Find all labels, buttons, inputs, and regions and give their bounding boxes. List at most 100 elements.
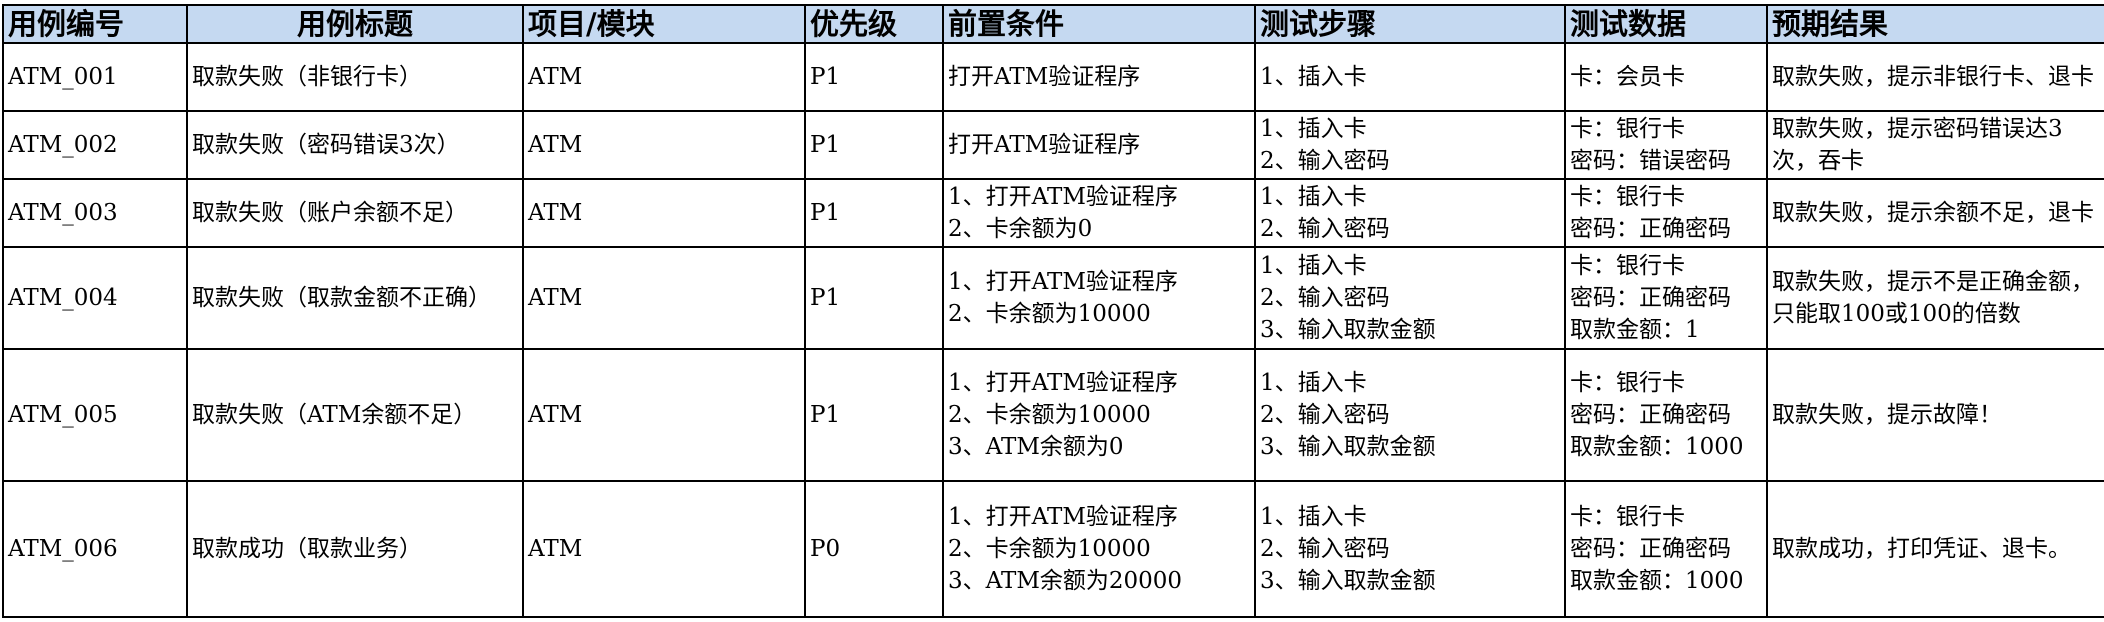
cell-expected[interactable]: 取款失败，提示非银行卡、退卡: [1766, 42, 2104, 112]
precondition-line: 2、卡余额为10000: [948, 402, 1151, 428]
data-line: 卡：银行卡: [1570, 370, 1685, 396]
cell-steps[interactable]: 1、插入卡 2、输入密码 3、输入取款金额: [1254, 246, 1566, 350]
data-line: 取款金额：1000: [1570, 568, 1744, 594]
cell-priority[interactable]: P1: [804, 110, 944, 180]
cell-title[interactable]: 取款失败（ATM余额不足）: [186, 348, 524, 482]
step-line: 3、输入取款金额: [1260, 434, 1436, 460]
precondition-line: 3、ATM余额为0: [948, 434, 1124, 460]
precondition-line: 1、打开ATM验证程序: [948, 370, 1178, 396]
data-line: 卡：银行卡: [1570, 184, 1685, 210]
cell-title[interactable]: 取款失败（账户余额不足）: [186, 178, 524, 248]
precondition-line: 1、打开ATM验证程序: [948, 269, 1178, 295]
cell-data[interactable]: 卡：银行卡 密码：正确密码: [1564, 178, 1768, 248]
cell-expected[interactable]: 取款失败，提示不是正确金额，只能取100或100的倍数: [1766, 246, 2104, 350]
data-line: 密码：正确密码: [1570, 285, 1731, 311]
cell-priority[interactable]: P1: [804, 246, 944, 350]
cell-title[interactable]: 取款失败（非银行卡）: [186, 42, 524, 112]
data-line: 取款金额：1000: [1570, 434, 1744, 460]
cell-module[interactable]: ATM: [522, 348, 806, 482]
data-line: 卡：银行卡: [1570, 116, 1685, 142]
cell-priority[interactable]: P1: [804, 348, 944, 482]
precondition-line: 1、打开ATM验证程序: [948, 504, 1178, 530]
step-line: 2、输入密码: [1260, 216, 1390, 242]
table-row: ATM_005 取款失败（ATM余额不足） ATM P1 1、打开ATM验证程序…: [2, 348, 2104, 482]
step-line: 1、插入卡: [1260, 64, 1367, 90]
header-priority[interactable]: 优先级: [804, 4, 944, 44]
cell-priority[interactable]: P0: [804, 480, 944, 618]
precondition-line: 1、打开ATM验证程序: [948, 184, 1178, 210]
cell-data[interactable]: 卡：银行卡 密码：正确密码 取款金额：1: [1564, 246, 1768, 350]
cell-steps[interactable]: 1、插入卡 2、输入密码: [1254, 178, 1566, 248]
step-line: 1、插入卡: [1260, 504, 1367, 530]
cell-module[interactable]: ATM: [522, 178, 806, 248]
cell-precondition[interactable]: 1、打开ATM验证程序 2、卡余额为10000 3、ATM余额为0: [942, 348, 1256, 482]
data-line: 卡：银行卡: [1570, 253, 1685, 279]
step-line: 2、输入密码: [1260, 148, 1390, 174]
cell-expected[interactable]: 取款失败，提示密码错误达3次，吞卡: [1766, 110, 2104, 180]
table-row: ATM_001 取款失败（非银行卡） ATM P1 打开ATM验证程序 1、插入…: [2, 42, 2104, 112]
header-id[interactable]: 用例编号: [2, 4, 188, 44]
cell-precondition[interactable]: 打开ATM验证程序: [942, 110, 1256, 180]
precondition-line: 3、ATM余额为20000: [948, 568, 1183, 594]
precondition-line: 2、卡余额为10000: [948, 301, 1151, 327]
cell-id[interactable]: ATM_002: [2, 110, 188, 180]
header-expected[interactable]: 预期结果: [1766, 4, 2104, 44]
cell-id[interactable]: ATM_004: [2, 246, 188, 350]
precondition-line: 打开ATM验证程序: [948, 64, 1141, 90]
cell-expected[interactable]: 取款失败，提示余额不足，退卡: [1766, 178, 2104, 248]
step-line: 1、插入卡: [1260, 370, 1367, 396]
precondition-line: 打开ATM验证程序: [948, 132, 1141, 158]
cell-precondition[interactable]: 1、打开ATM验证程序 2、卡余额为10000 3、ATM余额为20000: [942, 480, 1256, 618]
table-row: ATM_003 取款失败（账户余额不足） ATM P1 1、打开ATM验证程序 …: [2, 178, 2104, 248]
cell-id[interactable]: ATM_005: [2, 348, 188, 482]
cell-steps[interactable]: 1、插入卡: [1254, 42, 1566, 112]
cell-module[interactable]: ATM: [522, 110, 806, 180]
header-precondition[interactable]: 前置条件: [942, 4, 1256, 44]
cell-data[interactable]: 卡：银行卡 密码：正确密码 取款金额：1000: [1564, 480, 1768, 618]
cell-precondition[interactable]: 1、打开ATM验证程序 2、卡余额为0: [942, 178, 1256, 248]
cell-priority[interactable]: P1: [804, 42, 944, 112]
cell-steps[interactable]: 1、插入卡 2、输入密码 3、输入取款金额: [1254, 480, 1566, 618]
table-row: ATM_002 取款失败（密码错误3次） ATM P1 打开ATM验证程序 1、…: [2, 110, 2104, 180]
cell-data[interactable]: 卡：银行卡 密码：错误密码: [1564, 110, 1768, 180]
cell-title[interactable]: 取款成功（取款业务）: [186, 480, 524, 618]
step-line: 2、输入密码: [1260, 285, 1390, 311]
data-line: 密码：正确密码: [1570, 402, 1731, 428]
data-line: 密码：错误密码: [1570, 148, 1731, 174]
cell-id[interactable]: ATM_001: [2, 42, 188, 112]
cell-expected[interactable]: 取款成功，打印凭证、退卡。: [1766, 480, 2104, 618]
precondition-line: 2、卡余额为0: [948, 216, 1093, 242]
header-title[interactable]: 用例标题: [186, 4, 524, 44]
cell-expected[interactable]: 取款失败，提示故障！: [1766, 348, 2104, 482]
spreadsheet: 用例编号 用例标题 项目/模块 优先级 前置条件 测试步骤 测试数据 预期结果 …: [0, 0, 2104, 622]
header-row: 用例编号 用例标题 项目/模块 优先级 前置条件 测试步骤 测试数据 预期结果: [2, 4, 2104, 44]
precondition-line: 2、卡余额为10000: [948, 536, 1151, 562]
cell-precondition[interactable]: 打开ATM验证程序: [942, 42, 1256, 112]
data-line: 密码：正确密码: [1570, 216, 1731, 242]
cell-title[interactable]: 取款失败（密码错误3次）: [186, 110, 524, 180]
header-data[interactable]: 测试数据: [1564, 4, 1768, 44]
cell-module[interactable]: ATM: [522, 42, 806, 112]
table-row: ATM_004 取款失败（取款金额不正确） ATM P1 1、打开ATM验证程序…: [2, 246, 2104, 350]
cell-precondition[interactable]: 1、打开ATM验证程序 2、卡余额为10000: [942, 246, 1256, 350]
cell-steps[interactable]: 1、插入卡 2、输入密码 3、输入取款金额: [1254, 348, 1566, 482]
step-line: 3、输入取款金额: [1260, 568, 1436, 594]
header-module[interactable]: 项目/模块: [522, 4, 806, 44]
table-row: ATM_006 取款成功（取款业务） ATM P0 1、打开ATM验证程序 2、…: [2, 480, 2104, 618]
step-line: 1、插入卡: [1260, 184, 1367, 210]
data-line: 密码：正确密码: [1570, 536, 1731, 562]
test-case-table: 用例编号 用例标题 项目/模块 优先级 前置条件 测试步骤 测试数据 预期结果 …: [2, 4, 2104, 618]
cell-module[interactable]: ATM: [522, 246, 806, 350]
header-steps[interactable]: 测试步骤: [1254, 4, 1566, 44]
cell-id[interactable]: ATM_003: [2, 178, 188, 248]
cell-steps[interactable]: 1、插入卡 2、输入密码: [1254, 110, 1566, 180]
step-line: 2、输入密码: [1260, 402, 1390, 428]
cell-data[interactable]: 卡：会员卡: [1564, 42, 1768, 112]
cell-data[interactable]: 卡：银行卡 密码：正确密码 取款金额：1000: [1564, 348, 1768, 482]
cell-module[interactable]: ATM: [522, 480, 806, 618]
cell-title[interactable]: 取款失败（取款金额不正确）: [186, 246, 524, 350]
step-line: 1、插入卡: [1260, 253, 1367, 279]
data-line: 卡：银行卡: [1570, 504, 1685, 530]
cell-id[interactable]: ATM_006: [2, 480, 188, 618]
cell-priority[interactable]: P1: [804, 178, 944, 248]
